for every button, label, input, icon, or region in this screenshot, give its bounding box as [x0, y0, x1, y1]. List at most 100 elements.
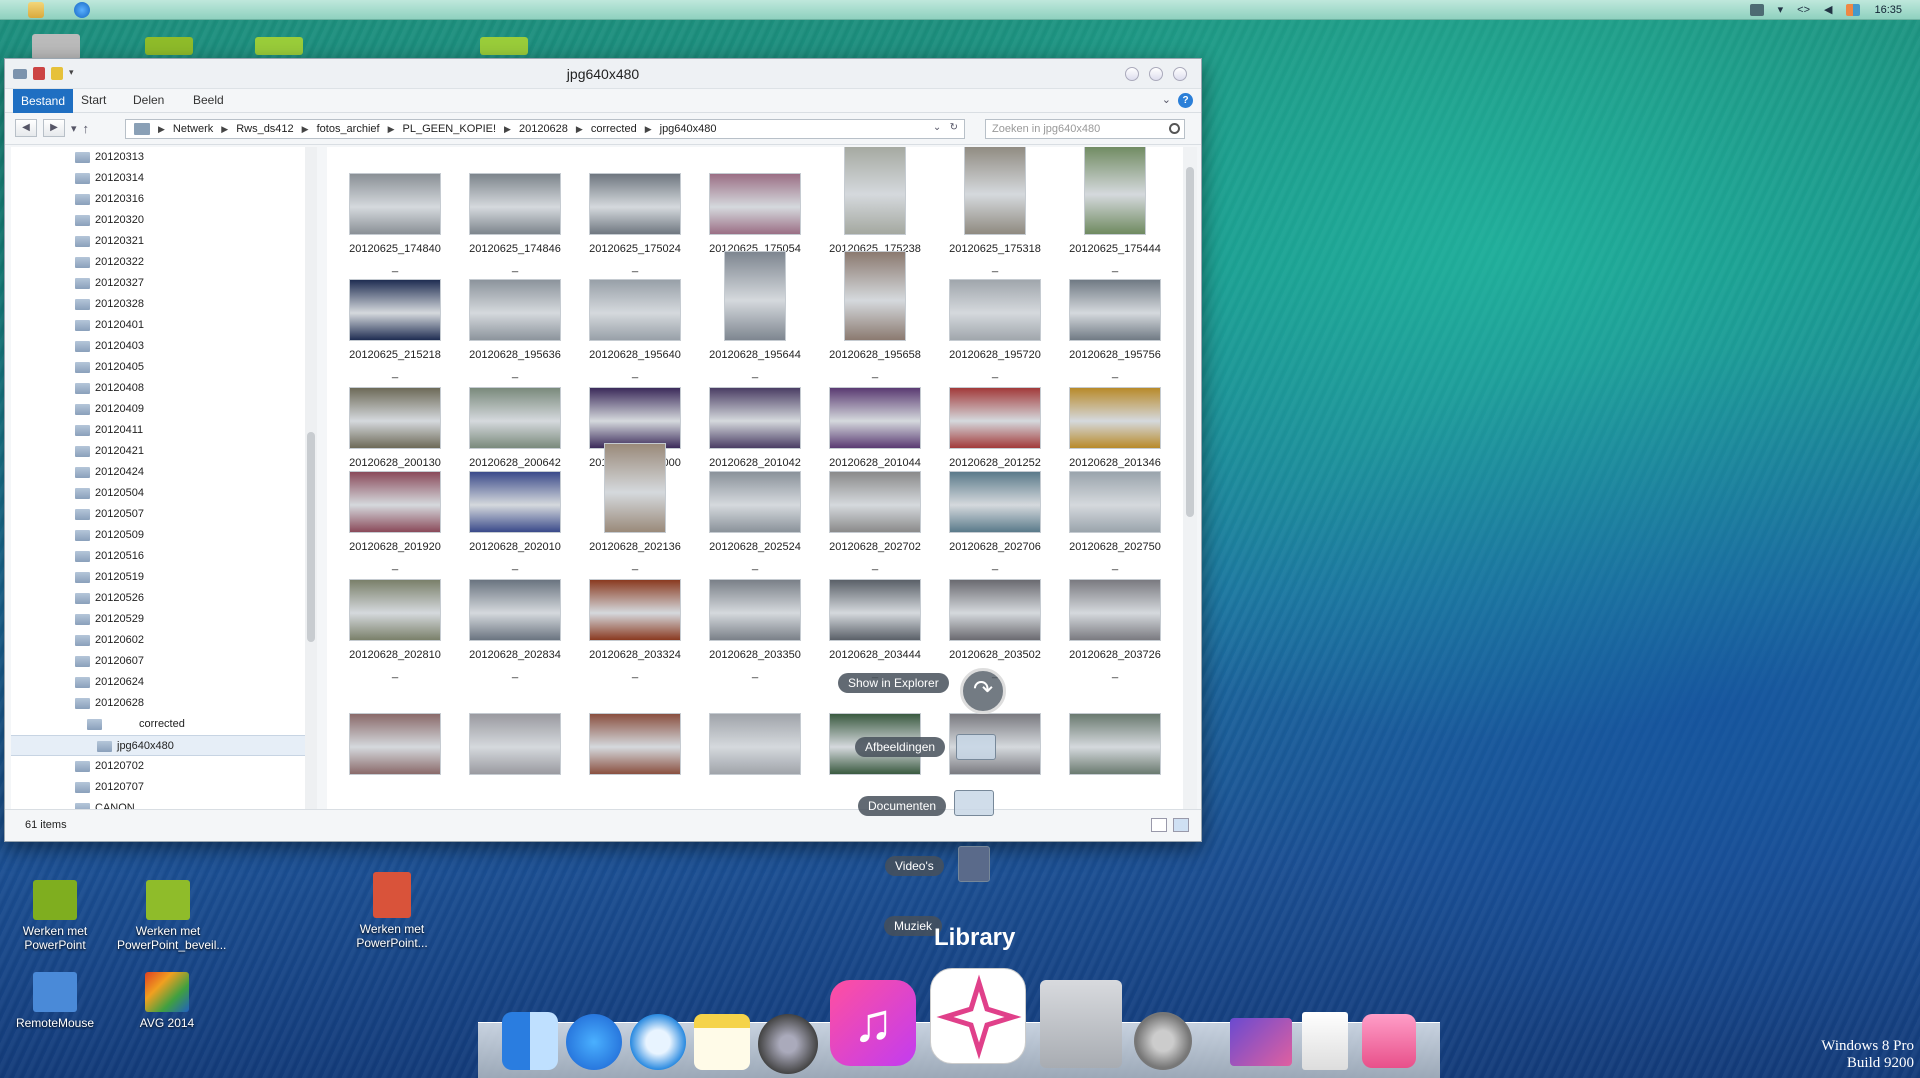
image-thumbnail[interactable] — [349, 471, 441, 533]
breadcrumb-corrected[interactable]: corrected — [591, 123, 637, 135]
file-item[interactable]: 20120628_195720 _ — [935, 261, 1055, 381]
tree-item[interactable]: 20120314 — [11, 168, 308, 189]
file-item[interactable]: 20120628_195644 _ — [695, 251, 815, 381]
tree-item[interactable]: 20120628 — [11, 693, 308, 714]
system-preferences-icon[interactable] — [1134, 1012, 1192, 1070]
tree-item[interactable]: 20120424 — [11, 462, 308, 483]
image-thumbnail[interactable] — [469, 279, 561, 341]
navigation-pane[interactable]: 20120313 20120314 20120316 20120320 20120321… — [11, 147, 309, 809]
breadcrumb-jpg640x480[interactable]: jpg640x480 — [660, 123, 717, 135]
file-item[interactable]: 20120628_195636 _ — [455, 261, 575, 381]
tree-item[interactable]: 20120421 — [11, 441, 308, 462]
library-videos[interactable]: Video's — [885, 856, 944, 876]
refresh-icon[interactable]: ⌄ ↻ — [933, 122, 958, 133]
image-thumbnail[interactable] — [844, 147, 906, 235]
image-thumbnail[interactable] — [949, 471, 1041, 533]
file-item[interactable]: 20120625_175444 _ — [1055, 147, 1175, 275]
file-item[interactable]: 20120628_202524 _ — [695, 453, 815, 573]
desktop-icon-werken-met-powerpoint-beveiligd[interactable]: Werken met PowerPoint_beveil... — [117, 880, 226, 952]
image-thumbnail[interactable] — [1069, 471, 1161, 533]
image-thumbnail[interactable] — [349, 579, 441, 641]
tree-item[interactable]: 20120321 — [11, 231, 308, 252]
image-thumbnail[interactable] — [709, 387, 801, 449]
file-item[interactable]: 20120625_174846 _ — [455, 155, 575, 275]
file-item[interactable]: 20120628_195756 _ — [1055, 261, 1175, 381]
documents-icon[interactable] — [1302, 1012, 1348, 1070]
library-documenten[interactable]: Documenten — [858, 796, 947, 816]
share-arrow-icon[interactable]: ↷ — [960, 668, 1006, 714]
file-item[interactable]: 20120625_175024 _ — [575, 155, 695, 275]
tree-item[interactable]: CANON — [11, 798, 308, 809]
image-thumbnail[interactable] — [1084, 147, 1146, 235]
recent-locations-icon[interactable]: ▾ — [71, 122, 77, 135]
network-icon[interactable]: <> — [1797, 4, 1810, 16]
maximize-button[interactable] — [1149, 67, 1163, 81]
library-afbeeldingen[interactable]: Afbeeldingen — [855, 737, 946, 757]
help-icon[interactable]: ? — [1178, 93, 1193, 108]
file-item[interactable]: 20120628_201920 _ — [335, 453, 455, 573]
file-item[interactable]: 20120628_195640 _ — [575, 261, 695, 381]
notes-icon[interactable] — [694, 1014, 750, 1070]
scrollbar-thumb[interactable] — [1186, 167, 1194, 517]
image-thumbnail[interactable] — [964, 147, 1026, 235]
tree-item[interactable]: 20120509 — [11, 525, 308, 546]
image-thumbnail[interactable] — [589, 579, 681, 641]
tree-item[interactable]: 20120313 — [11, 147, 308, 168]
navigation-pane-scrollbar[interactable] — [305, 147, 317, 809]
keyboard-icon[interactable] — [1749, 3, 1764, 16]
search-icon[interactable] — [1169, 123, 1180, 134]
desktop-icon-werken-met-powerpoint-2[interactable]: Werken met PowerPoint... — [342, 872, 442, 950]
tree-item[interactable]: 20120327 — [11, 273, 308, 294]
file-item[interactable] — [695, 645, 815, 775]
tree-item[interactable]: 20120316 — [11, 189, 308, 210]
itunes-icon[interactable]: ♫ — [830, 980, 916, 1066]
details-view-icon[interactable] — [1151, 818, 1167, 832]
file-item[interactable] — [335, 645, 455, 775]
tab-beeld[interactable]: Beeld — [193, 93, 224, 107]
file-item[interactable] — [455, 645, 575, 775]
image-thumbnail[interactable] — [349, 279, 441, 341]
app-store-icon[interactable] — [566, 1014, 622, 1070]
image-thumbnail[interactable] — [589, 173, 681, 235]
minimize-button[interactable] — [1125, 67, 1139, 81]
tree-item[interactable]: 20120504 — [11, 483, 308, 504]
image-thumbnail[interactable] — [844, 251, 906, 341]
launchpad-icon[interactable] — [758, 1014, 818, 1074]
desktop-icon-avg-2014[interactable]: AVG 2014 — [117, 972, 217, 1030]
file-item[interactable]: 20120625_215218 _ — [335, 261, 455, 381]
image-thumbnail[interactable] — [349, 173, 441, 235]
tree-item[interactable]: 20120526 — [11, 588, 308, 609]
back-button[interactable]: ◀ — [15, 119, 37, 137]
tree-item[interactable]: 20120507 — [11, 504, 308, 525]
tree-item[interactable]: 20120328 — [11, 294, 308, 315]
image-thumbnail[interactable] — [469, 713, 561, 775]
tree-item[interactable]: 20120516 — [11, 546, 308, 567]
file-item[interactable]: 20120625_174840 _ — [335, 155, 455, 275]
file-item[interactable]: 20120628_195658 _ — [815, 251, 935, 381]
tree-item[interactable]: 20120702 — [11, 756, 308, 777]
file-view-scrollbar[interactable] — [1183, 147, 1197, 809]
image-thumbnail[interactable] — [709, 713, 801, 775]
finder-icon[interactable] — [502, 1012, 558, 1070]
tree-item[interactable]: corrected — [11, 714, 308, 735]
image-thumbnail[interactable] — [589, 279, 681, 341]
desktop-icon-remotemouse[interactable]: RemoteMouse — [5, 972, 105, 1030]
image-thumbnail[interactable] — [949, 387, 1041, 449]
desktop-icon-werken-met-powerpoint[interactable]: Werken met PowerPoint — [5, 880, 105, 952]
image-thumbnail[interactable] — [469, 471, 561, 533]
image-thumbnail[interactable] — [349, 387, 441, 449]
close-button[interactable] — [1173, 67, 1187, 81]
file-item[interactable]: 20120628_202010 _ — [455, 453, 575, 573]
address-bar[interactable]: ▶ Netwerk ▶ Rws_ds412 ▶ fotos_archief ▶ … — [125, 119, 965, 139]
expand-ribbon-icon[interactable]: ⌄ — [1162, 93, 1171, 106]
tree-item[interactable]: 20120602 — [11, 630, 308, 651]
tree-item[interactable]: 20120405 — [11, 357, 308, 378]
pictures-library-icon[interactable] — [956, 734, 996, 760]
file-item[interactable]: 20120628_202750 _ — [1055, 453, 1175, 573]
image-thumbnail[interactable] — [949, 579, 1041, 641]
search-input[interactable]: Zoeken in jpg640x480 — [985, 119, 1185, 139]
image-thumbnail[interactable] — [589, 713, 681, 775]
tab-delen[interactable]: Delen — [133, 93, 164, 107]
tree-item[interactable]: 20120401 — [11, 315, 308, 336]
image-thumbnail[interactable] — [829, 471, 921, 533]
